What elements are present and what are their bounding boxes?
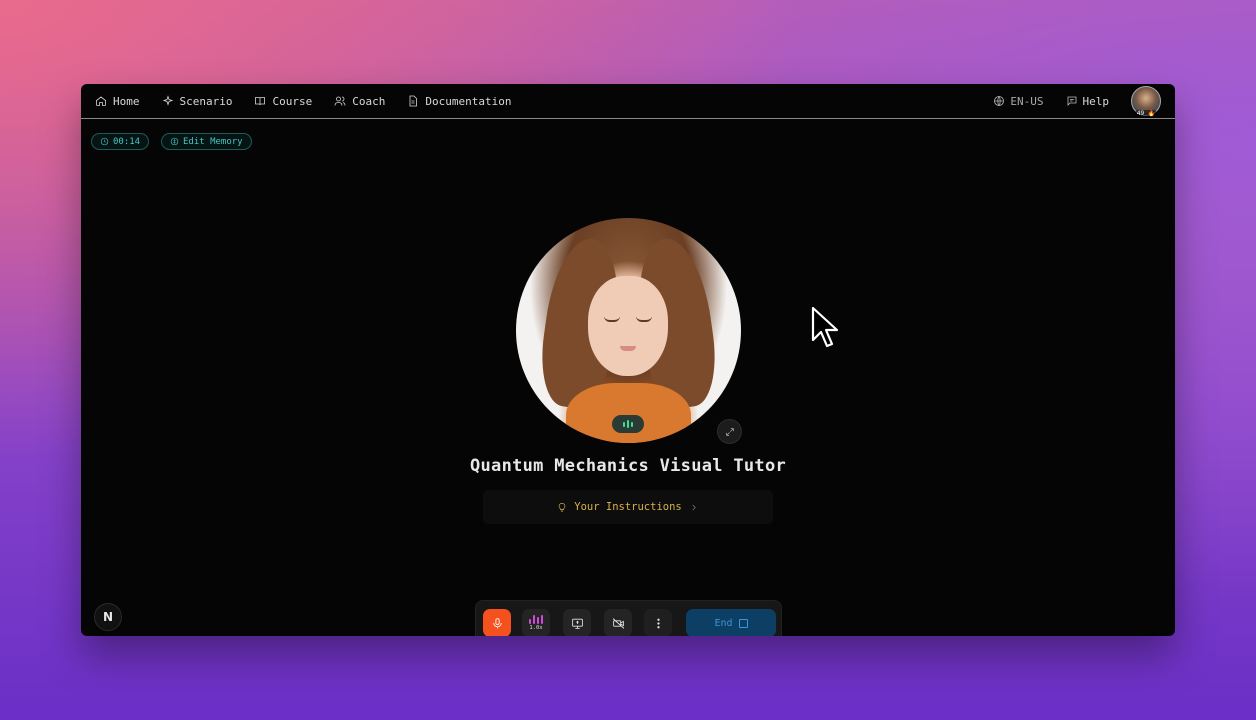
user-avatar[interactable]: 49 🔥 bbox=[1131, 86, 1161, 117]
expand-icon bbox=[725, 427, 734, 436]
microphone-icon bbox=[492, 617, 502, 628]
nav-course[interactable]: Course bbox=[254, 95, 312, 108]
clock-icon bbox=[100, 137, 109, 146]
avatar-mouth bbox=[620, 346, 636, 351]
tutor-title: Quantum Mechanics Visual Tutor bbox=[469, 456, 787, 476]
nav-coach[interactable]: Coach bbox=[334, 95, 385, 108]
language-label: EN-US bbox=[1010, 94, 1044, 108]
more-options-button[interactable] bbox=[644, 609, 672, 636]
chevron-right-icon bbox=[692, 504, 696, 510]
top-nav: Home Scenario Course Coach Documentation… bbox=[81, 84, 1175, 119]
nav-home[interactable]: Home bbox=[95, 95, 140, 108]
document-icon bbox=[409, 95, 418, 107]
avatar-eye-left bbox=[604, 316, 620, 322]
screen-share-icon bbox=[571, 618, 583, 629]
voice-activity-indicator bbox=[612, 415, 644, 433]
nav-documentation-label: Documentation bbox=[425, 94, 512, 108]
stop-icon bbox=[738, 618, 748, 628]
avatar-hoodie bbox=[566, 383, 691, 443]
nav-scenario-label: Scenario bbox=[179, 94, 233, 108]
lightbulb-icon bbox=[559, 502, 566, 512]
nav-coach-label: Coach bbox=[352, 94, 386, 108]
message-icon bbox=[1067, 96, 1076, 106]
globe-icon bbox=[994, 96, 1005, 106]
screen-share-button[interactable] bbox=[563, 609, 591, 636]
streak-badge: 49 🔥 bbox=[1134, 110, 1158, 117]
microphone-button[interactable] bbox=[483, 609, 511, 636]
speed-bar bbox=[533, 615, 535, 624]
voice-bar bbox=[627, 420, 629, 428]
help-label: Help bbox=[1082, 94, 1110, 108]
nav-scenario[interactable]: Scenario bbox=[162, 94, 233, 108]
voice-bar bbox=[631, 421, 633, 427]
speed-bar bbox=[541, 615, 543, 624]
nav-documentation[interactable]: Documentation bbox=[407, 95, 511, 108]
session-timer: 00:14 bbox=[91, 133, 150, 150]
speed-bars-icon bbox=[529, 615, 543, 624]
app-window: Home Scenario Course Coach Documentation… bbox=[81, 84, 1175, 636]
edit-memory-label: Edit Memory bbox=[183, 136, 243, 147]
expand-button[interactable] bbox=[717, 419, 742, 444]
timer-value: 00:14 bbox=[113, 136, 141, 147]
book-icon bbox=[255, 97, 266, 106]
end-call-label: End bbox=[714, 617, 733, 629]
avatar-face bbox=[588, 276, 668, 376]
instructions-button[interactable]: Your Instructions bbox=[483, 490, 773, 524]
voice-bar bbox=[623, 421, 625, 427]
mouse-cursor-icon bbox=[811, 306, 839, 348]
nav-course-label: Course bbox=[272, 94, 313, 108]
more-vertical-icon bbox=[656, 618, 660, 628]
speed-bar bbox=[537, 617, 539, 624]
speed-button[interactable]: 1.0x bbox=[522, 609, 550, 636]
app-logo-badge[interactable]: N bbox=[94, 603, 122, 631]
end-call-button[interactable]: End bbox=[686, 609, 776, 636]
language-selector[interactable]: EN-US bbox=[993, 94, 1044, 108]
camera-off-icon bbox=[612, 617, 624, 629]
camera-off-button[interactable] bbox=[604, 609, 632, 636]
call-controls: 1.0x End bbox=[475, 600, 782, 636]
speed-bar bbox=[529, 619, 531, 624]
sparkle-icon bbox=[162, 95, 173, 106]
users-icon bbox=[334, 96, 346, 106]
home-icon bbox=[96, 96, 106, 106]
speed-label: 1.0x bbox=[529, 625, 543, 631]
edit-memory-button[interactable]: Edit Memory bbox=[161, 133, 252, 150]
help-link[interactable]: Help bbox=[1066, 94, 1110, 108]
nav-home-label: Home bbox=[113, 94, 140, 108]
avatar-eye-right bbox=[636, 316, 652, 322]
instructions-label: Your Instructions bbox=[574, 501, 682, 513]
tutor-avatar bbox=[516, 218, 741, 443]
memory-icon bbox=[170, 137, 179, 146]
